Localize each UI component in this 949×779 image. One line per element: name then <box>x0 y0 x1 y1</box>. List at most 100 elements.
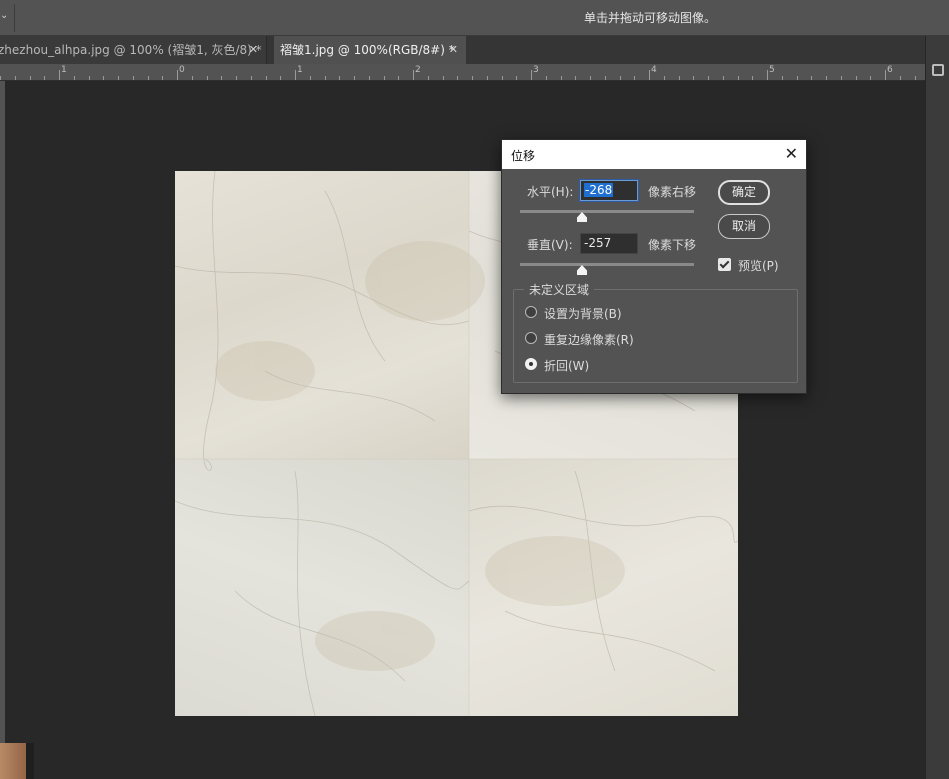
ruler-tick <box>59 70 60 80</box>
ruler-tick <box>251 76 252 80</box>
ruler-label: 2 <box>415 65 421 75</box>
option-wrap-around-label[interactable]: 折回(W) <box>544 357 589 374</box>
ruler-tick <box>870 76 871 80</box>
ruler-tick <box>118 76 119 80</box>
ruler-label: 4 <box>651 65 657 75</box>
ruler-tick <box>44 76 45 80</box>
undefined-area-legend: 未定义区域 <box>524 281 595 298</box>
cancel-button[interactable]: 取消 <box>718 214 770 239</box>
options-separator <box>14 4 15 32</box>
right-panel-strip <box>925 36 949 779</box>
document-tab-zhouzhou1[interactable]: 褶皱1.jpg @ 100%(RGB/8#) * ✕ <box>274 36 466 64</box>
ruler-tick <box>280 76 281 80</box>
ruler-tick <box>221 76 222 80</box>
tab-close-icon[interactable]: ✕ <box>449 36 458 64</box>
ruler-tick <box>679 76 680 80</box>
ruler-tick <box>664 76 665 80</box>
ruler-tick <box>915 76 916 80</box>
panel-icon[interactable] <box>932 64 944 76</box>
ruler-tick <box>457 76 458 80</box>
ruler-tick <box>339 76 340 80</box>
ruler-tick <box>693 76 694 80</box>
dialog-titlebar[interactable]: 位移 ✕ <box>502 140 806 169</box>
option-set-to-background-label[interactable]: 设置为背景(B) <box>544 305 622 322</box>
ruler-tick <box>472 76 473 80</box>
tool-hint: 单击并拖动可移动图像。 <box>584 11 717 25</box>
ruler-label: 6 <box>887 65 893 75</box>
ruler-tick <box>15 76 16 80</box>
ruler-tick <box>885 70 886 80</box>
ruler-tick <box>207 76 208 80</box>
vertical-offset-value: -257 <box>584 236 612 250</box>
ruler-tick <box>826 76 827 80</box>
ruler-tick <box>634 76 635 80</box>
ruler-tick <box>236 76 237 80</box>
vertical-label: 垂直(V): <box>527 238 573 252</box>
chevron-down-icon[interactable]: ⌄ <box>0 10 14 26</box>
ruler-tick <box>325 76 326 80</box>
ruler-tick <box>30 76 31 80</box>
ruler-tick <box>620 76 621 80</box>
ruler-tick <box>575 76 576 80</box>
ruler-label: 1 <box>297 65 303 75</box>
ruler-tick <box>561 76 562 80</box>
ruler-tick <box>797 76 798 80</box>
document-tab-bar: zhezhou_alhpa.jpg @ 100% (褶皱1, 灰色/8) * ✕… <box>0 36 925 64</box>
ruler-tick <box>723 76 724 80</box>
close-icon[interactable]: ✕ <box>785 144 798 163</box>
ruler-tick <box>649 70 650 80</box>
ruler-tick <box>0 76 1 80</box>
horizontal-offset-slider[interactable] <box>520 210 694 213</box>
horizontal-unit-label: 像素右移 <box>648 185 697 199</box>
offset-dialog: 位移 ✕ 水平(H): -268 像素右移 垂直(V): -257 像素下移 确… <box>501 139 807 394</box>
vertical-offset-input[interactable]: -257 <box>580 233 638 254</box>
horizontal-ruler[interactable]: 1 0 1 2 3 4 5 6 <box>0 64 925 81</box>
radio-repeat-edge-pixels[interactable] <box>525 332 537 344</box>
ruler-tick <box>605 76 606 80</box>
ruler-tick <box>856 76 857 80</box>
tab-label: 褶皱1.jpg @ 100%(RGB/8#) * <box>280 43 455 57</box>
ruler-label: 0 <box>179 65 185 75</box>
ruler-tick <box>900 76 901 80</box>
preview-label[interactable]: 预览(P) <box>738 257 779 274</box>
ruler-tick <box>89 76 90 80</box>
ruler-tick <box>354 76 355 80</box>
ruler-tick <box>516 76 517 80</box>
ruler-tick <box>295 70 296 80</box>
ruler-label: 1 <box>61 65 67 75</box>
ruler-tick <box>148 76 149 80</box>
ruler-tick <box>398 76 399 80</box>
horizontal-offset-input[interactable]: -268 <box>580 180 638 201</box>
ruler-tick <box>487 76 488 80</box>
ruler-tick <box>428 76 429 80</box>
ruler-tick <box>502 76 503 80</box>
tab-close-icon[interactable]: ✕ <box>249 36 258 64</box>
ruler-tick <box>369 76 370 80</box>
checkbox-checked-icon[interactable] <box>718 258 731 271</box>
ruler-tick <box>103 76 104 80</box>
ruler-tick <box>546 76 547 80</box>
ruler-tick <box>162 76 163 80</box>
ruler-tick <box>708 76 709 80</box>
ruler-tick <box>192 76 193 80</box>
ruler-label: 5 <box>769 65 775 75</box>
option-repeat-edge-pixels-label[interactable]: 重复边缘像素(R) <box>544 331 634 348</box>
dialog-title: 位移 <box>511 149 536 163</box>
ruler-tick <box>782 76 783 80</box>
radio-wrap-around[interactable] <box>525 358 537 370</box>
document-tab-zhezhou-alhpa[interactable]: zhezhou_alhpa.jpg @ 100% (褶皱1, 灰色/8) * ✕ <box>0 36 267 64</box>
ruler-tick <box>767 70 768 80</box>
ruler-tick <box>266 76 267 80</box>
radio-set-to-background[interactable] <box>525 306 537 318</box>
options-bar: ⌄ 单击并拖动可移动图像。 <box>0 0 949 36</box>
ruler-tick <box>841 76 842 80</box>
vertical-offset-slider[interactable] <box>520 263 694 266</box>
ruler-tick <box>133 76 134 80</box>
horizontal-label: 水平(H): <box>527 185 574 199</box>
ruler-tick <box>738 76 739 80</box>
ruler-tick <box>590 76 591 80</box>
background-image-edge <box>0 743 34 779</box>
ruler-tick <box>177 70 178 80</box>
ok-button[interactable]: 确定 <box>718 180 770 205</box>
ruler-tick <box>413 70 414 80</box>
